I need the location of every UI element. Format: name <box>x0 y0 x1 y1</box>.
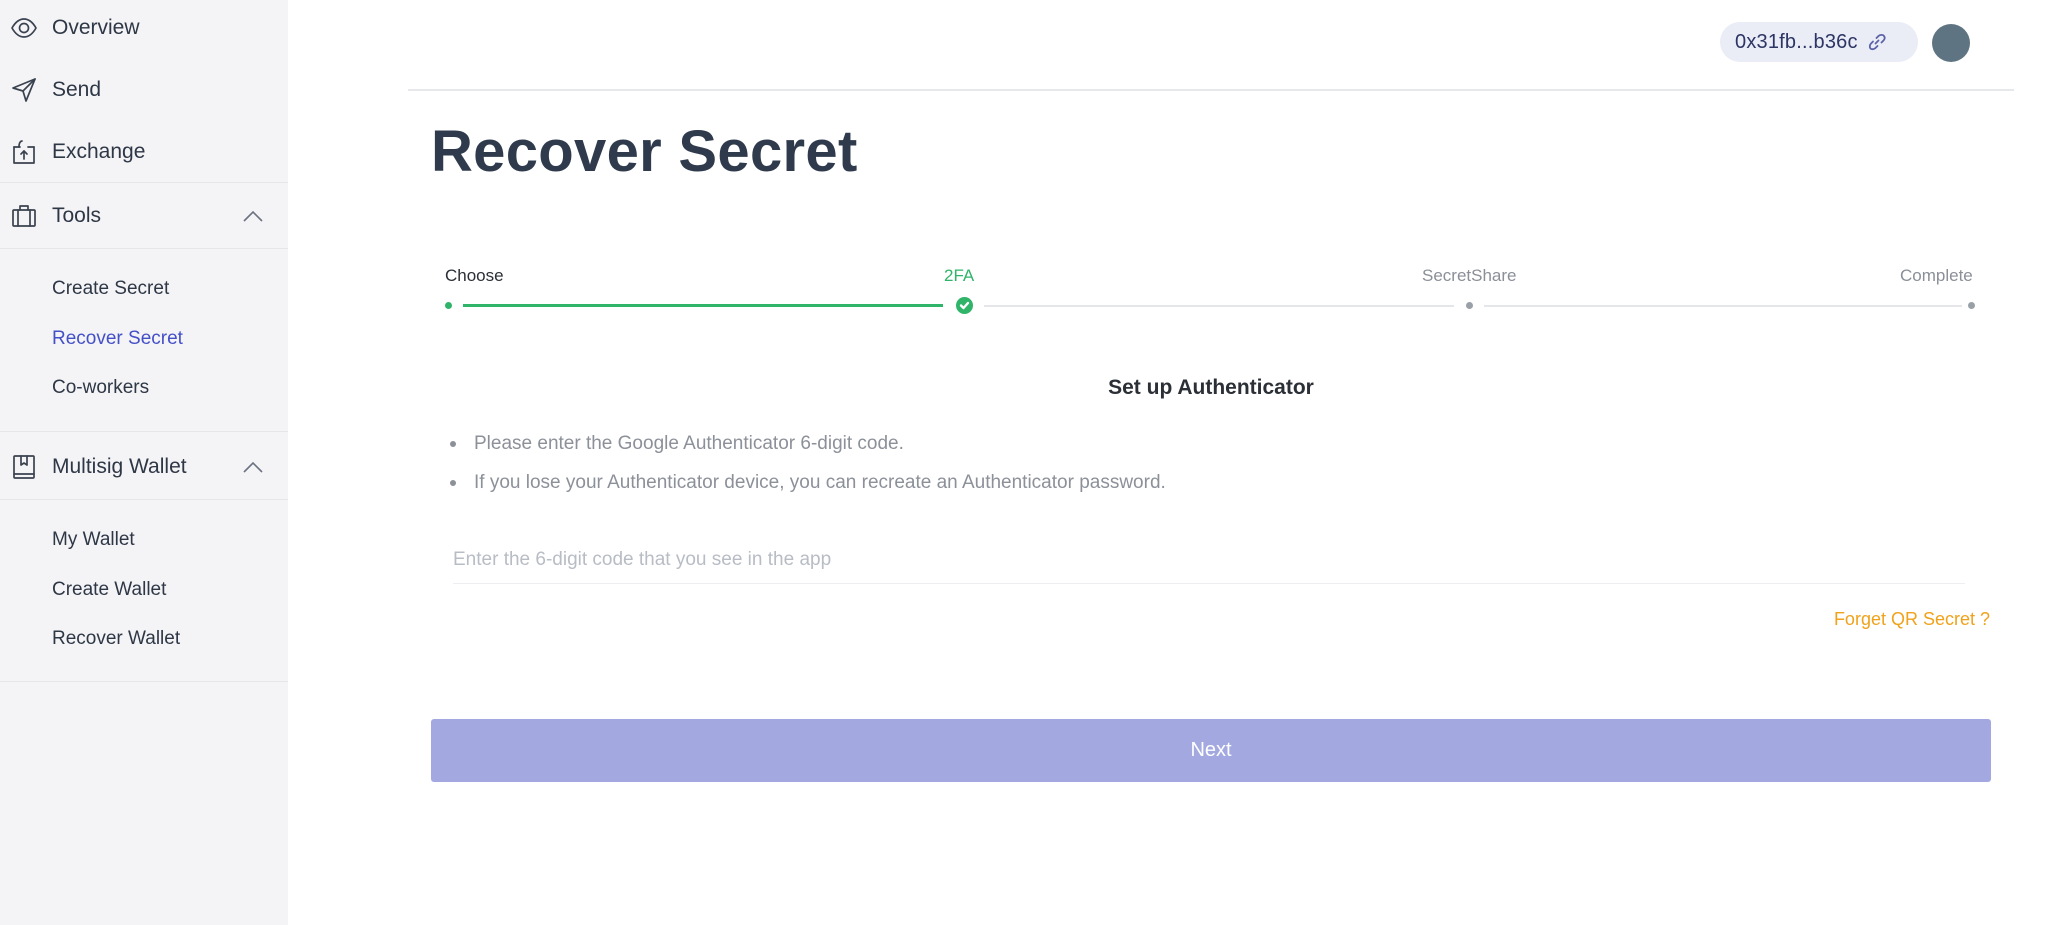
step-label-2fa: 2FA <box>944 266 975 285</box>
chevron-up-icon <box>242 460 264 474</box>
forget-qr-secret-link[interactable]: Forget QR Secret ? <box>1834 609 1990 630</box>
sidebar-group-label: Tools <box>52 204 102 227</box>
check-icon <box>956 297 973 314</box>
step-dot <box>445 302 452 309</box>
sidebar-divider <box>0 248 288 249</box>
toolbox-icon <box>10 202 38 230</box>
step-connector <box>984 305 1454 307</box>
sidebar-item-my-wallet[interactable]: My Wallet <box>52 529 135 551</box>
sidebar-item-create-secret[interactable]: Create Secret <box>52 278 169 300</box>
sidebar-item-co-workers[interactable]: Co-workers <box>52 377 149 399</box>
sidebar-item-label: Exchange <box>52 140 146 163</box>
sidebar-item-overview[interactable]: Overview <box>0 2 288 54</box>
list-item: If you lose your Authenticator device, y… <box>450 469 1166 508</box>
sidebar-item-create-wallet[interactable]: Create Wallet <box>52 579 166 601</box>
sidebar-group-label: Multisig Wallet <box>52 455 187 478</box>
eye-icon <box>10 14 38 42</box>
sidebar-group-multisig-wallet[interactable]: Multisig Wallet <box>0 441 288 493</box>
next-button[interactable]: Next <box>431 719 1991 782</box>
step-dot <box>1466 302 1473 309</box>
sidebar-item-recover-secret[interactable]: Recover Secret <box>52 328 183 350</box>
sidebar: Overview Send Exchange Tools Create Secr… <box>0 0 288 925</box>
sidebar-divider <box>0 182 288 183</box>
wallet-address-pill[interactable]: 0x31fb...b36c <box>1720 22 1918 62</box>
sidebar-divider <box>0 681 288 682</box>
sidebar-item-send[interactable]: Send <box>0 64 288 116</box>
list-item: Please enter the Google Authenticator 6-… <box>450 430 1166 469</box>
header-divider <box>408 89 2014 91</box>
step-connector <box>1484 305 1962 307</box>
link-icon[interactable] <box>1868 33 1886 51</box>
sidebar-item-label: Send <box>52 78 102 101</box>
step-connector-done <box>463 304 943 307</box>
sidebar-group-tools[interactable]: Tools <box>0 190 288 242</box>
avatar[interactable] <box>1932 24 1970 62</box>
book-icon <box>10 453 38 481</box>
sidebar-divider <box>0 431 288 432</box>
sidebar-item-recover-wallet[interactable]: Recover Wallet <box>52 628 180 650</box>
step-label-secretshare: SecretShare <box>1422 266 1517 285</box>
sidebar-item-label: Overview <box>52 16 140 39</box>
section-title: Set up Authenticator <box>1108 376 1314 399</box>
wallet-address: 0x31fb...b36c <box>1735 30 1858 53</box>
page-title: Recover Secret <box>431 119 858 184</box>
step-label-choose: Choose <box>445 266 504 285</box>
instruction-list: Please enter the Google Authenticator 6-… <box>450 430 1166 508</box>
send-icon <box>10 76 38 104</box>
sidebar-item-exchange[interactable]: Exchange <box>0 126 288 178</box>
chevron-up-icon <box>242 209 264 223</box>
exchange-icon <box>10 138 38 166</box>
step-dot <box>1968 302 1975 309</box>
sidebar-divider <box>0 499 288 500</box>
step-label-complete: Complete <box>1900 266 1973 285</box>
authenticator-code-input[interactable] <box>453 536 1965 584</box>
